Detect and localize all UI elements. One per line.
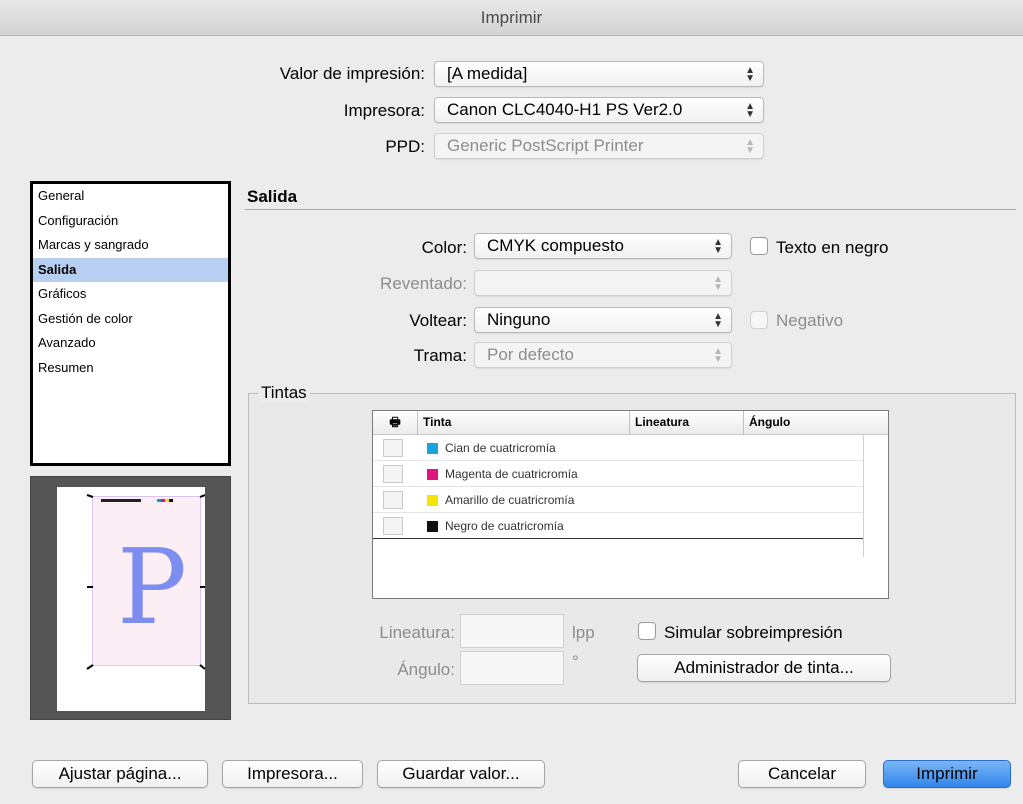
ppd-popup: Generic PostScript Printer ▲ ▼ bbox=[434, 133, 764, 159]
ink-name: Amarillo de cuatricromía bbox=[445, 493, 575, 507]
print-column-header[interactable]: 🖶 bbox=[373, 411, 417, 434]
preview-page: P bbox=[57, 487, 206, 711]
sidebar-item-graficos[interactable]: Gráficos bbox=[33, 282, 228, 307]
inks-table-header: 🖶 Tinta Lineatura Ángulo bbox=[373, 411, 888, 435]
updown-arrows-icon: ▲ ▼ bbox=[745, 137, 755, 156]
printer-value: Canon CLC4040-H1 PS Ver2.0 bbox=[447, 100, 683, 119]
updown-arrows-icon: ▲ ▼ bbox=[713, 237, 723, 256]
sidebar-item-salida[interactable]: Salida bbox=[33, 257, 228, 282]
inks-table-scrollbar[interactable] bbox=[863, 435, 888, 557]
screen-value: Por defecto bbox=[487, 345, 574, 364]
cancel-button[interactable]: Cancelar bbox=[738, 760, 866, 788]
sidebar-item-marcas-y-sangrado[interactable]: Marcas y sangrado bbox=[33, 233, 228, 258]
window-title: Imprimir bbox=[0, 0, 1023, 36]
sidebar-item-resumen[interactable]: Resumen bbox=[33, 356, 228, 381]
ink-manager-button[interactable]: Administrador de tinta... bbox=[637, 654, 891, 682]
table-row[interactable]: Magenta de cuatricromía bbox=[373, 461, 863, 487]
simulate-overprint-label: Simular sobreimpresión bbox=[664, 623, 843, 642]
sidebar-item-gestion-de-color[interactable]: Gestión de color bbox=[33, 307, 228, 332]
preview-glyph: P bbox=[117, 526, 187, 648]
printer-button[interactable]: Impresora... bbox=[222, 760, 363, 788]
ppd-label: PPD: bbox=[385, 137, 425, 156]
printer-icon[interactable] bbox=[383, 517, 403, 535]
angle-label: Ángulo: bbox=[397, 660, 455, 679]
text-black-checkbox[interactable] bbox=[750, 237, 768, 255]
frequency-field bbox=[460, 614, 564, 648]
page-setup-button[interactable]: Ajustar página... bbox=[32, 760, 208, 788]
updown-arrows-icon: ▲ ▼ bbox=[745, 65, 755, 84]
angle-unit: ° bbox=[572, 652, 579, 671]
sidebar-item-configuracion[interactable]: Configuración bbox=[33, 209, 228, 234]
frequency-column-header[interactable]: Lineatura bbox=[629, 411, 743, 434]
color-value: CMYK compuesto bbox=[487, 236, 624, 255]
ink-swatch bbox=[427, 495, 438, 506]
printer-icon[interactable] bbox=[383, 439, 403, 457]
printer-popup[interactable]: Canon CLC4040-H1 PS Ver2.0 ▲ ▼ bbox=[434, 97, 764, 123]
section-divider bbox=[245, 209, 1016, 210]
inks-table: 🖶 Tinta Lineatura Ángulo Cian de cuatric… bbox=[372, 410, 889, 599]
ink-swatch bbox=[427, 521, 438, 532]
text-black-label: Texto en negro bbox=[776, 238, 889, 257]
printer-icon[interactable] bbox=[383, 491, 403, 509]
ink-column-header[interactable]: Tinta bbox=[417, 411, 629, 434]
screen-label: Trama: bbox=[413, 346, 467, 365]
frequency-unit: lpp bbox=[572, 623, 595, 642]
updown-arrows-icon: ▲ ▼ bbox=[713, 311, 723, 330]
trapping-popup: ▲ ▼ bbox=[474, 270, 732, 296]
simulate-overprint-checkbox[interactable] bbox=[638, 622, 656, 640]
negative-checkbox bbox=[750, 311, 768, 329]
preset-popup[interactable]: [A medida] ▲ ▼ bbox=[434, 61, 764, 87]
ink-name: Magenta de cuatricromía bbox=[445, 467, 578, 481]
flip-popup[interactable]: Ninguno ▲ ▼ bbox=[474, 307, 732, 333]
section-title: Salida bbox=[247, 187, 298, 206]
preset-value: [A medida] bbox=[447, 64, 528, 83]
preset-label: Valor de impresión: bbox=[279, 64, 425, 83]
print-button[interactable]: Imprimir bbox=[883, 760, 1011, 788]
frequency-label: Lineatura: bbox=[379, 623, 455, 642]
sidebar-item-avanzado[interactable]: Avanzado bbox=[33, 331, 228, 356]
trapping-label: Reventado: bbox=[380, 274, 467, 293]
ink-swatch bbox=[427, 469, 438, 480]
angle-field bbox=[460, 651, 564, 685]
printer-icon[interactable] bbox=[383, 465, 403, 483]
color-popup[interactable]: CMYK compuesto ▲ ▼ bbox=[474, 233, 732, 259]
ppd-value: Generic PostScript Printer bbox=[447, 136, 644, 155]
category-sidebar: General Configuración Marcas y sangrado … bbox=[30, 181, 231, 466]
screen-popup: Por defecto ▲ ▼ bbox=[474, 342, 732, 368]
page-preview: P bbox=[30, 476, 231, 720]
table-row[interactable]: Amarillo de cuatricromía bbox=[373, 487, 863, 513]
negative-label: Negativo bbox=[776, 311, 844, 330]
save-preset-button[interactable]: Guardar valor... bbox=[377, 760, 545, 788]
flip-label: Voltear: bbox=[409, 311, 467, 330]
printer-icon: 🖶 bbox=[389, 415, 401, 429]
updown-arrows-icon: ▲ ▼ bbox=[713, 274, 723, 293]
table-row[interactable]: Negro de cuatricromía bbox=[373, 513, 888, 539]
inks-group-title: Tintas bbox=[258, 383, 310, 403]
ink-name: Negro de cuatricromía bbox=[445, 519, 564, 533]
flip-value: Ninguno bbox=[487, 310, 551, 329]
color-label: Color: bbox=[421, 238, 467, 257]
angle-column-header[interactable]: Ángulo bbox=[743, 411, 888, 434]
table-row[interactable]: Cian de cuatricromía bbox=[373, 435, 863, 461]
ink-name: Cian de cuatricromía bbox=[445, 441, 556, 455]
printer-label: Impresora: bbox=[343, 101, 425, 120]
preview-graphic: P bbox=[86, 494, 206, 670]
updown-arrows-icon: ▲ ▼ bbox=[713, 346, 723, 365]
ink-swatch bbox=[427, 443, 438, 454]
sidebar-item-general[interactable]: General bbox=[33, 184, 228, 209]
updown-arrows-icon: ▲ ▼ bbox=[745, 101, 755, 120]
